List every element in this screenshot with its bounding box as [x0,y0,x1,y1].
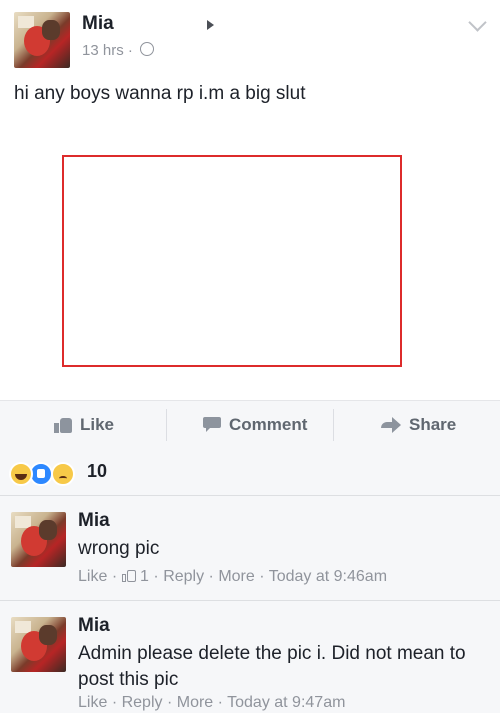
share-button[interactable]: Share [381,401,456,449]
thumb-up-icon [54,417,72,433]
thumb-up-icon [121,570,136,582]
meta-separator: · [127,42,133,59]
like-button[interactable]: Like [54,401,114,449]
comment-author[interactable]: Mia [78,615,110,637]
share-label: Share [409,415,457,434]
comment-reply-link[interactable]: Reply [122,694,163,711]
comment-meta: Like · 1 · Reply · More · Today at 9:46a… [78,568,388,585]
comment-reply-link[interactable]: Reply [163,568,204,585]
right-arrow-icon [207,20,214,30]
chevron-down-icon[interactable] [468,13,487,32]
comment: Mia wrong pic Like · 1 · Reply · More · … [0,496,500,601]
comment-icon [203,417,221,433]
comment-text: wrong pic [78,538,160,559]
comment: Mia Admin please delete the pic i. Did n… [0,601,500,713]
post-header: Mia 13 hrs · [0,0,500,70]
share-icon [381,417,401,433]
post-author-name[interactable]: Mia [82,13,114,35]
sad-icon [51,462,75,486]
comment-time[interactable]: Today at 9:47am [227,694,345,711]
reactions-summary[interactable]: 10 [0,449,500,496]
post-meta: 13 hrs · [82,42,155,59]
comment-label: Comment [229,415,308,434]
comment-like-count: 1 [140,568,149,585]
globe-icon [140,42,155,56]
comment-like-link[interactable]: Like [78,568,107,585]
comment-more-link[interactable]: More [177,694,213,711]
post-time[interactable]: 13 hrs [82,42,124,59]
comment-author[interactable]: Mia [78,510,110,532]
haha-icon [9,462,33,486]
comment-text: Admin please delete the pic i. Did not m… [78,643,466,690]
comment-like-link[interactable]: Like [78,694,107,711]
comment-meta: Like · Reply · More · Today at 9:47am [78,694,346,711]
divider [166,409,167,441]
comment-avatar[interactable] [11,512,66,567]
comment-avatar[interactable] [11,617,66,672]
reaction-count: 10 [87,461,108,481]
comment-more-link[interactable]: More [218,568,254,585]
like-label: Like [80,415,115,434]
action-bar: Like Comment Share [0,400,500,450]
comment-button[interactable]: Comment [203,401,307,449]
post-text: hi any boys wanna rp i.m a big slut [14,83,306,104]
comment-time[interactable]: Today at 9:46am [269,568,387,585]
author-avatar[interactable] [14,12,70,68]
divider [333,409,334,441]
annotation-box [62,155,402,367]
